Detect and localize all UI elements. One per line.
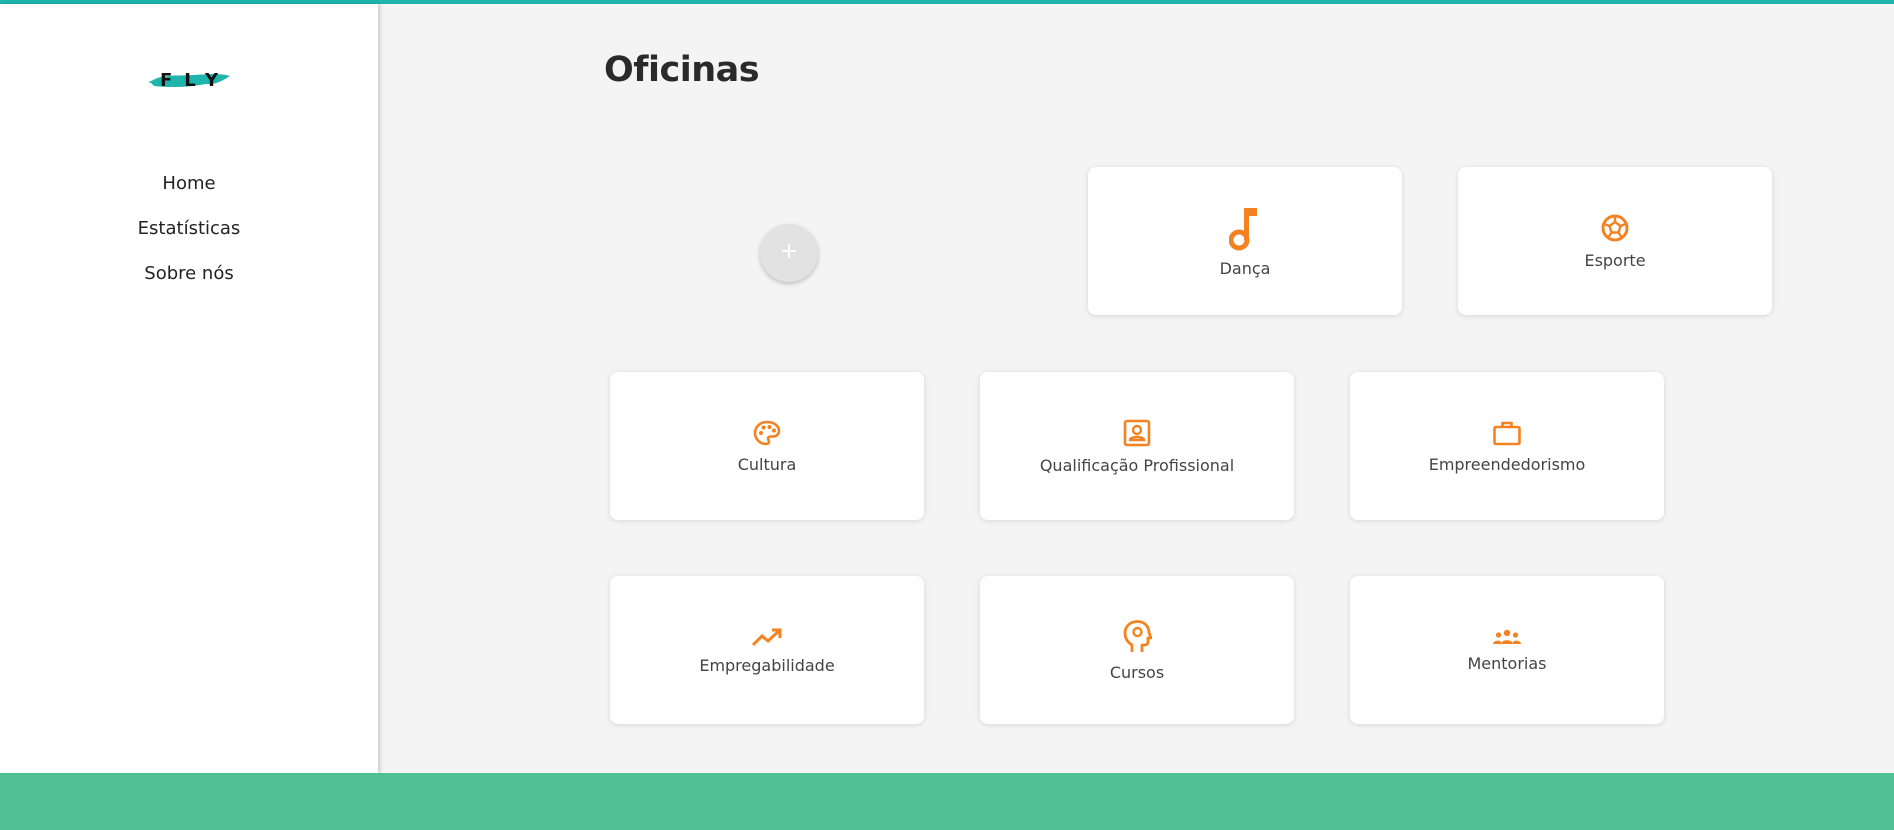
fly-logo[interactable]: FLY: [146, 60, 232, 100]
card-empreendedorismo[interactable]: Empreendedorismo: [1350, 372, 1664, 520]
page-title: Oficinas: [604, 50, 760, 90]
card-label: Empreendedorismo: [1428, 454, 1586, 474]
card-danca[interactable]: Dança: [1088, 167, 1402, 315]
logo-graphic: FLY: [148, 70, 230, 91]
logo-text: FLY: [160, 70, 230, 91]
sidebar-item-sobre-nos[interactable]: Sobre nós: [0, 260, 378, 305]
card-qualificacao-profissional[interactable]: Qualificação Profissional: [980, 372, 1294, 520]
sidebar-nav: Home Estatísticas Sobre nós: [0, 170, 378, 305]
sidebar-item-home[interactable]: Home: [0, 170, 378, 215]
trending-up-icon: [751, 626, 783, 648]
card-label: Cursos: [1109, 662, 1165, 682]
add-oficina-button[interactable]: +: [760, 224, 818, 282]
card-label: Dança: [1219, 258, 1271, 278]
group-icon: [1492, 628, 1522, 646]
sidebar: FLY Home Estatísticas Sobre nós: [0, 4, 378, 773]
contact-card-icon: [1122, 418, 1152, 448]
card-cultura[interactable]: Cultura: [610, 372, 924, 520]
card-cursos[interactable]: Cursos: [980, 576, 1294, 724]
card-empregabilidade[interactable]: Empregabilidade: [610, 576, 924, 724]
head-idea-icon: [1122, 619, 1152, 655]
palette-icon: [753, 419, 781, 447]
card-label: Qualificação Profissional: [1039, 455, 1235, 475]
card-label: Mentorias: [1467, 653, 1547, 673]
card-label: Esporte: [1584, 250, 1646, 270]
sidebar-item-estatisticas[interactable]: Estatísticas: [0, 215, 378, 260]
soccer-ball-icon: [1600, 213, 1630, 243]
card-label: Cultura: [737, 454, 797, 474]
card-mentorias[interactable]: Mentorias: [1350, 576, 1664, 724]
briefcase-icon: [1492, 419, 1522, 447]
card-label: Empregabilidade: [699, 655, 835, 675]
card-esporte[interactable]: Esporte: [1458, 167, 1772, 315]
footer: [0, 773, 1894, 830]
music-note-icon: [1229, 205, 1261, 251]
